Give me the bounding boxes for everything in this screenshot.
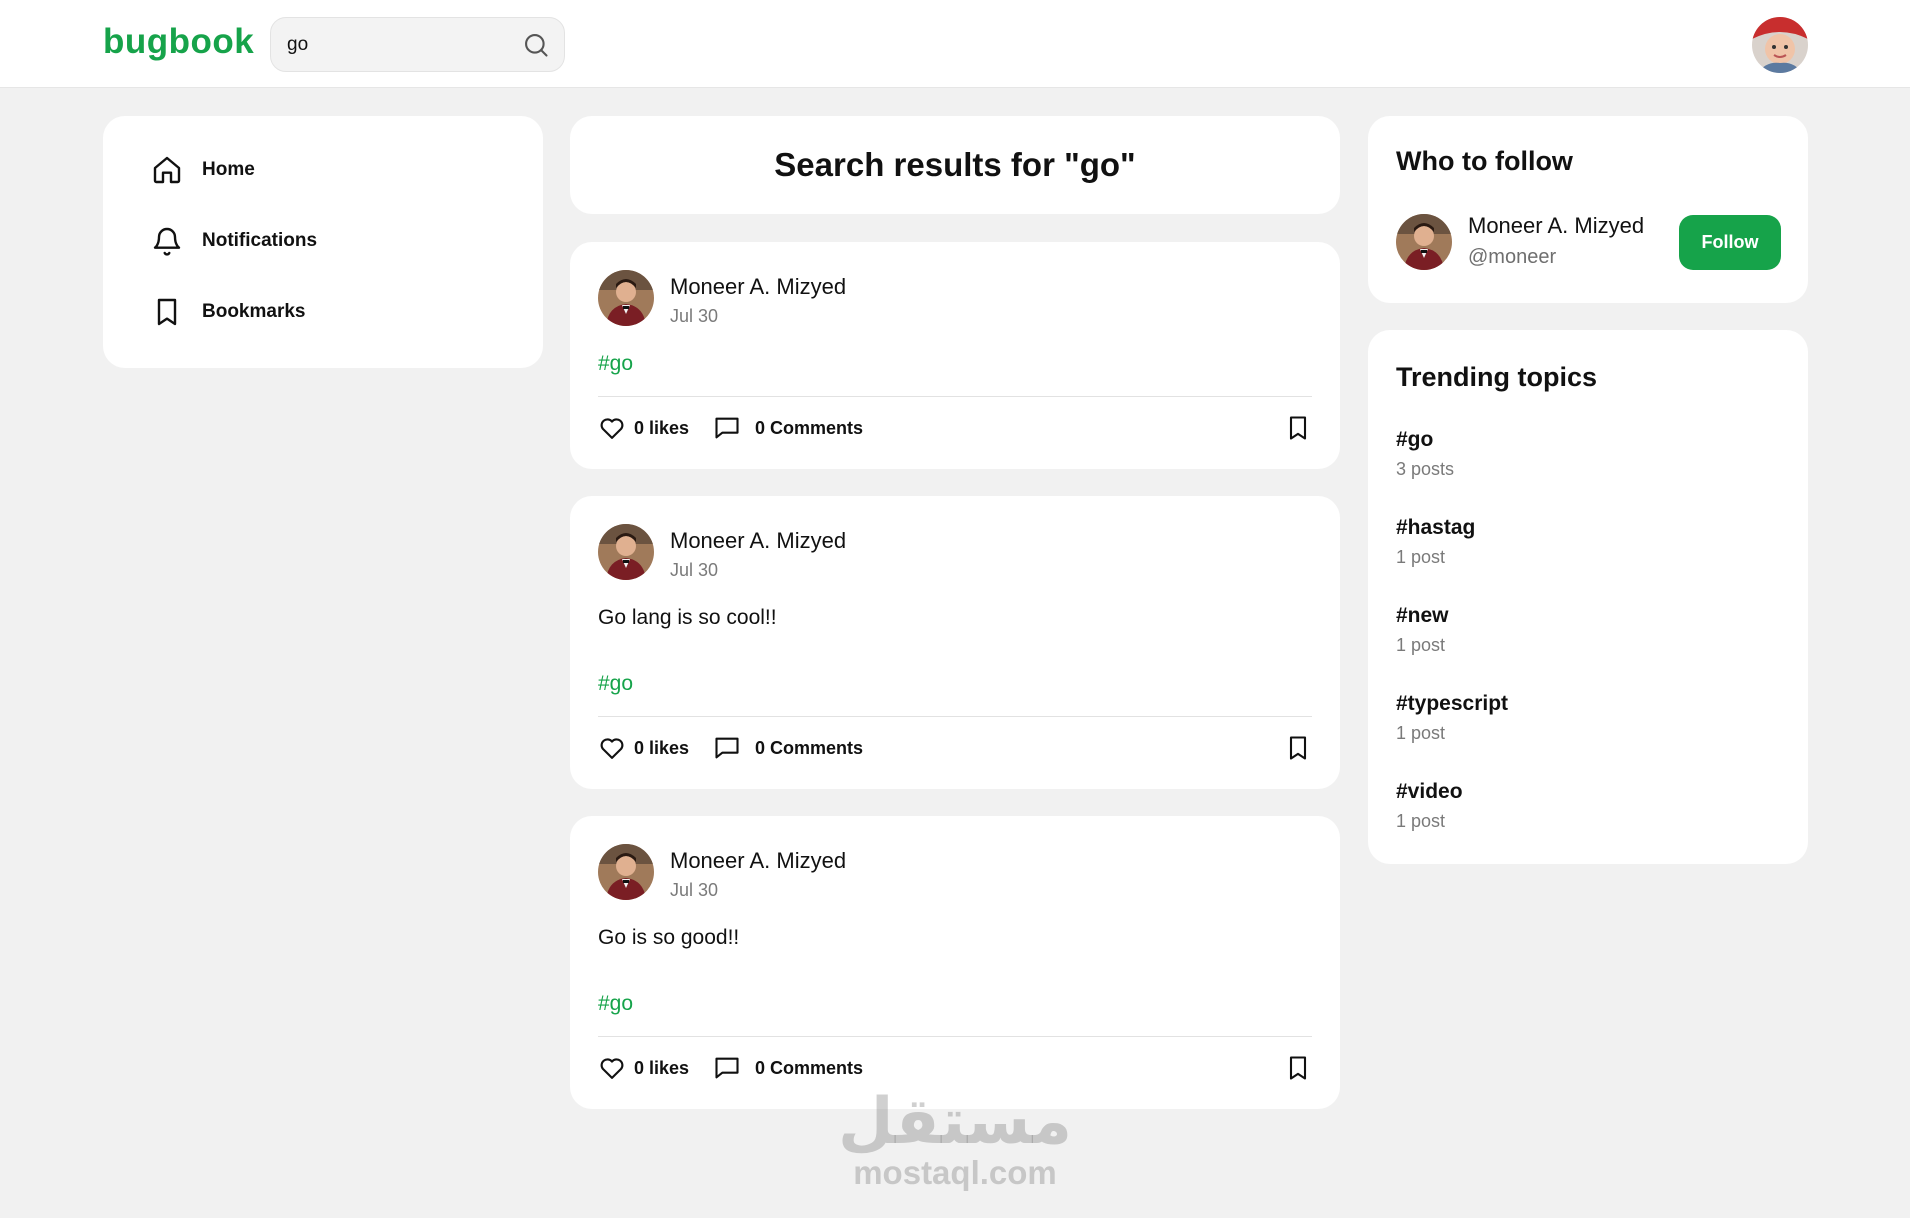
bookmark-icon xyxy=(1289,416,1307,440)
like-button[interactable]: 0 likes xyxy=(598,1052,689,1084)
divider xyxy=(598,716,1312,717)
search-input[interactable] xyxy=(287,18,517,71)
bookmark-button[interactable] xyxy=(1284,732,1312,764)
trending-topic[interactable]: #video 1 post xyxy=(1396,780,1463,832)
divider xyxy=(598,1036,1312,1037)
post-date[interactable]: Jul 30 xyxy=(670,560,718,581)
app-logo[interactable]: bugbook xyxy=(103,22,254,62)
post-date[interactable]: Jul 30 xyxy=(670,880,718,901)
user-menu-avatar[interactable] xyxy=(1752,17,1808,73)
top-header: bugbook xyxy=(0,0,1910,88)
heart-icon xyxy=(600,418,624,439)
comment-icon xyxy=(715,737,739,759)
home-icon xyxy=(153,156,181,184)
sidebar-item-label: Notifications xyxy=(202,230,318,251)
post-text: Go is so good!! xyxy=(598,926,740,949)
post-hashtag[interactable]: #go xyxy=(598,352,633,376)
post-card: Moneer A. Mizyed Jul 30 Go is so good!! … xyxy=(570,816,1340,1109)
topic-name: #hastag xyxy=(1396,516,1476,539)
post-author[interactable]: Moneer A. Mizyed xyxy=(670,848,846,874)
post-hashtag[interactable]: #go xyxy=(598,672,633,696)
post-card: Moneer A. Mizyed Jul 30 #go 0 likes 0 Co… xyxy=(570,242,1340,469)
watermark-latin: mostaql.com xyxy=(853,1154,1057,1191)
who-to-follow-title: Who to follow xyxy=(1396,146,1573,176)
sidebar-item-notifications[interactable]: Notifications xyxy=(151,221,317,261)
post-text: Go lang is so cool!! xyxy=(598,606,777,629)
follow-user-name[interactable]: Moneer A. Mizyed xyxy=(1468,213,1644,239)
sidebar-item-label: Bookmarks xyxy=(202,301,306,322)
like-count: 0 likes xyxy=(634,737,690,758)
comment-count: 0 Comments xyxy=(755,417,864,438)
divider xyxy=(598,396,1312,397)
heart-icon xyxy=(600,738,624,759)
post-actions: 0 likes 0 Comments xyxy=(598,412,1312,444)
follow-user-handle[interactable]: @moneer xyxy=(1468,246,1556,269)
topic-name: #go xyxy=(1396,428,1434,451)
follow-button[interactable]: Follow xyxy=(1679,215,1781,270)
sidebar-item-label: Home xyxy=(202,159,255,180)
topic-count: 1 post xyxy=(1396,635,1446,655)
avatar[interactable] xyxy=(1396,214,1452,270)
bookmark-icon xyxy=(157,298,177,326)
avatar[interactable] xyxy=(598,524,654,580)
comments-button[interactable]: 0 Comments xyxy=(713,1052,863,1084)
post-actions: 0 likes 0 Comments xyxy=(598,1052,1312,1084)
topic-count: 3 posts xyxy=(1396,459,1455,479)
like-count: 0 likes xyxy=(634,417,690,438)
post-author[interactable]: Moneer A. Mizyed xyxy=(670,274,846,300)
comments-button[interactable]: 0 Comments xyxy=(713,732,863,764)
like-button[interactable]: 0 likes xyxy=(598,732,689,764)
like-button[interactable]: 0 likes xyxy=(598,412,689,444)
sidebar-item-bookmarks[interactable]: Bookmarks xyxy=(151,292,306,332)
bookmark-icon xyxy=(1289,736,1307,760)
comment-count: 0 Comments xyxy=(755,1057,864,1078)
bookmark-button[interactable] xyxy=(1284,412,1312,444)
trending-topic[interactable]: #new 1 post xyxy=(1396,604,1449,656)
avatar[interactable] xyxy=(598,844,654,900)
post-date[interactable]: Jul 30 xyxy=(670,306,718,327)
search-box[interactable] xyxy=(270,17,565,72)
bookmark-icon xyxy=(1289,1056,1307,1080)
watermark-arabic: مستقل xyxy=(837,1085,1073,1159)
who-to-follow-card: Who to follow Moneer A. Mizyed @moneer F… xyxy=(1368,116,1808,303)
post-author[interactable]: Moneer A. Mizyed xyxy=(670,528,846,554)
sidebar-nav: Home Notifications Bookmarks xyxy=(103,116,543,368)
topic-count: 1 post xyxy=(1396,811,1446,831)
comment-count: 0 Comments xyxy=(755,737,864,758)
topic-name: #video xyxy=(1396,780,1463,803)
post-actions: 0 likes 0 Comments xyxy=(598,732,1312,764)
topic-name: #new xyxy=(1396,604,1449,627)
trending-topic[interactable]: #typescript 1 post xyxy=(1396,692,1508,744)
heart-icon xyxy=(600,1058,624,1079)
post-card: Moneer A. Mizyed Jul 30 Go lang is so co… xyxy=(570,496,1340,789)
search-results-header: Search results for "go" xyxy=(570,116,1340,214)
trending-topics-card: Trending topics #go 3 posts #hastag 1 po… xyxy=(1368,330,1808,864)
avatar[interactable] xyxy=(598,270,654,326)
search-icon[interactable] xyxy=(522,31,550,59)
trending-topic[interactable]: #go 3 posts xyxy=(1396,428,1454,480)
topic-count: 1 post xyxy=(1396,723,1446,743)
topic-name: #typescript xyxy=(1396,692,1509,715)
page-title: Search results for "go" xyxy=(774,146,1136,183)
sidebar-item-home[interactable]: Home xyxy=(151,150,255,190)
comment-icon xyxy=(715,1057,739,1079)
topic-count: 1 post xyxy=(1396,547,1446,567)
bookmark-button[interactable] xyxy=(1284,1052,1312,1084)
trending-topic[interactable]: #hastag 1 post xyxy=(1396,516,1475,568)
comment-icon xyxy=(715,417,739,439)
comments-button[interactable]: 0 Comments xyxy=(713,412,863,444)
bell-icon xyxy=(153,227,181,256)
trending-title: Trending topics xyxy=(1396,362,1598,392)
like-count: 0 likes xyxy=(634,1057,690,1078)
post-hashtag[interactable]: #go xyxy=(598,992,633,1016)
